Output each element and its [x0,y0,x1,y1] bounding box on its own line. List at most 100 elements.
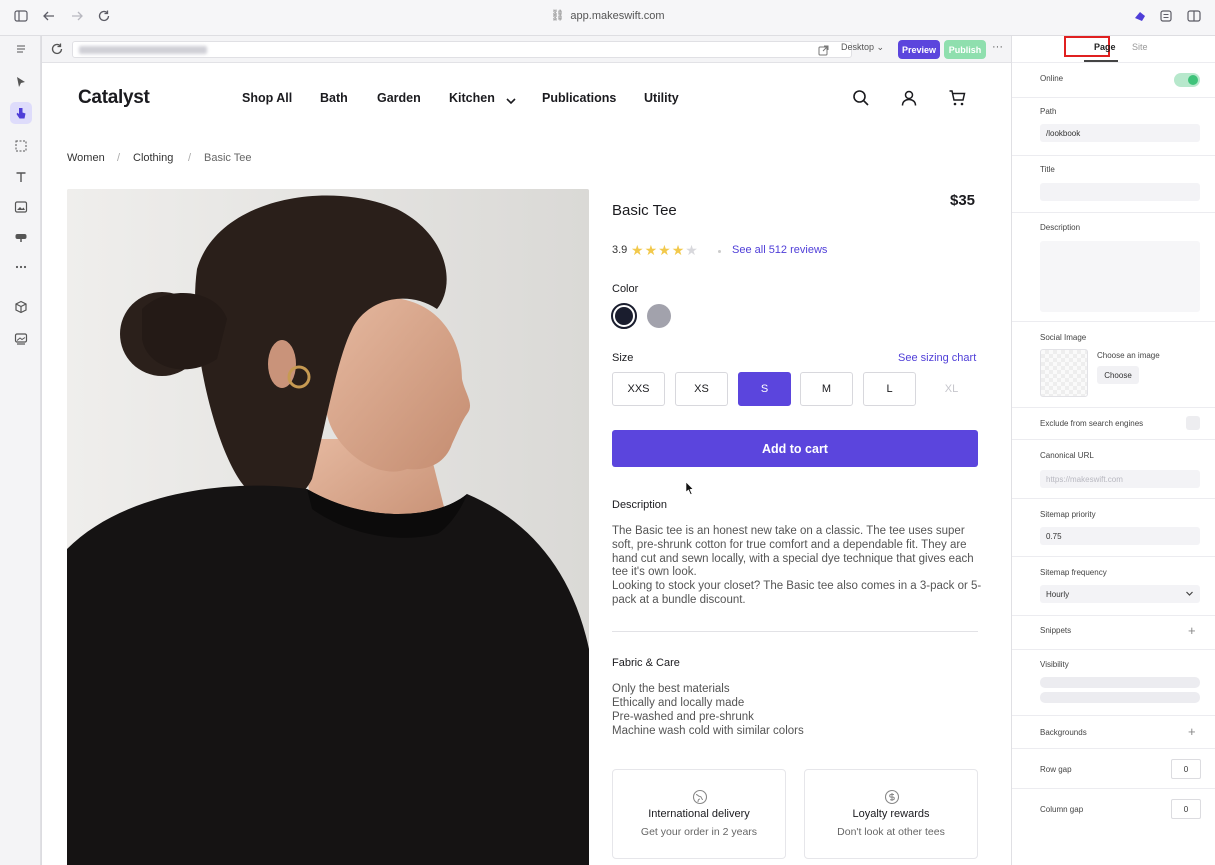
rating-value: 3.9 [612,244,628,256]
backgrounds-label: Backgrounds [1040,728,1087,737]
chevron-down-icon: ⌄ [876,42,885,52]
feature-subtitle: Get your order in 2 years [640,826,758,838]
size-option-s[interactable]: S [738,372,791,406]
sitemap-frequency-select[interactable]: Hourly [1040,585,1200,603]
sitemap-frequency-value: Hourly [1046,590,1070,599]
row-gap-input[interactable]: 0 [1171,759,1201,779]
size-option-xs[interactable]: XS [675,372,728,406]
device-label: Desktop [841,42,875,52]
account-icon[interactable] [900,89,918,107]
see-reviews-link[interactable]: See all 512 reviews [732,244,827,256]
nav-kitchen[interactable]: Kitchen [449,91,495,105]
media-library-icon[interactable] [10,328,32,350]
exclude-checkbox[interactable] [1186,416,1200,430]
product-price: $35 [950,192,976,209]
rating-stars: ★★★★★ [631,242,699,259]
more-tools-icon[interactable] [10,256,32,278]
more-options-icon[interactable]: ··· [992,41,1003,53]
refresh-icon[interactable] [50,42,64,61]
sitemap-priority-row: Sitemap priority 0.75 [1012,499,1215,557]
mouse-cursor-icon [685,481,695,500]
description-row: Description [1012,213,1215,322]
size-option-l[interactable]: L [863,372,916,406]
editor-canvas: Desktop ⌄ Preview Publish ··· Catalyst S… [41,36,1021,865]
box-tool-icon[interactable] [10,135,32,157]
nav-publications[interactable]: Publications [542,91,616,105]
button-tool-icon[interactable] [10,226,32,248]
color-label: Color [612,283,639,295]
social-image-row: Social Image Choose an image Choose [1012,322,1215,408]
search-icon[interactable] [852,89,870,107]
column-gap-input[interactable]: 0 [1171,799,1201,819]
tab-page[interactable]: Page [1094,42,1116,52]
title-input[interactable] [1040,183,1200,201]
address-bar[interactable]: ⛓ app.makeswift.com [0,9,1215,22]
size-option-xxs[interactable]: XXS [612,372,665,406]
row-gap-row: Row gap 0 [1012,749,1215,789]
menu-icon[interactable] [10,38,32,60]
sitemap-frequency-label: Sitemap frequency [1040,568,1107,577]
publish-button[interactable]: Publish [944,40,986,59]
description-textarea[interactable] [1040,241,1200,312]
breadcrumb-separator: / [188,152,192,164]
site-logo[interactable]: Catalyst [78,87,150,109]
star-icon: ★ [644,242,659,258]
row-gap-label: Row gap [1040,765,1072,774]
online-toggle[interactable] [1174,73,1200,87]
visibility-bar[interactable] [1040,692,1200,703]
chevron-down-icon[interactable] [505,93,517,111]
components-cube-icon[interactable] [10,296,32,318]
product-image [67,189,589,865]
url-text: app.makeswift.com [570,10,665,22]
preview-button[interactable]: Preview [898,40,940,59]
cart-icon[interactable] [948,89,966,107]
nav-bath[interactable]: Bath [320,91,348,105]
color-swatch-dark[interactable] [611,303,637,329]
text-tool-icon[interactable] [10,166,32,188]
path-row: Path /lookbook [1012,98,1215,156]
nav-utility[interactable]: Utility [644,91,679,105]
visibility-label: Visibility [1040,660,1069,669]
size-option-m[interactable]: M [800,372,853,406]
swatch-fill [615,307,633,325]
interact-hand-icon[interactable] [10,102,32,124]
select-pointer-icon[interactable] [10,71,32,93]
breadcrumb-clothing[interactable]: Clothing [133,152,173,164]
breadcrumb-separator: / [117,152,121,164]
visibility-bar[interactable] [1040,677,1200,688]
sitemap-priority-input[interactable]: 0.75 [1040,527,1200,545]
breadcrumb-women[interactable]: Women [67,152,105,164]
color-swatch-gray[interactable] [647,304,671,328]
open-external-icon[interactable] [818,43,829,61]
page-url-field[interactable] [72,41,852,58]
social-image-thumbnail[interactable] [1040,349,1088,397]
star-icon: ★ [631,242,645,258]
device-select[interactable]: Desktop ⌄ [841,42,884,53]
path-input[interactable]: /lookbook [1040,124,1200,142]
image-tool-icon[interactable] [10,196,32,218]
divider [612,631,978,632]
tab-site[interactable]: Site [1132,42,1148,52]
reader-icon[interactable] [1157,9,1175,27]
add-background-icon[interactable]: + [1188,724,1196,739]
fabric-item: Machine wash cold with similar colors [612,725,804,737]
add-to-cart-button[interactable]: Add to cart [612,430,978,467]
dollar-icon [884,789,900,805]
feature-card-delivery: International delivery Get your order in… [612,769,786,859]
sizing-chart-link[interactable]: See sizing chart [898,352,976,364]
feature-title: International delivery [648,808,750,820]
add-snippet-icon[interactable]: + [1188,623,1196,638]
editor-toolbar [0,36,41,865]
canonical-input[interactable]: https://makeswift.com [1040,470,1200,488]
choose-image-button[interactable]: Choose [1097,366,1139,384]
fabric-item: Only the best materials [612,683,730,695]
fabric-item: Pre-washed and pre-shrunk [612,711,754,723]
chevron-down-icon [1185,589,1194,600]
star-icon: ★ [671,242,686,258]
extension-icon[interactable] [1131,9,1149,27]
nav-shop-all[interactable]: Shop All [242,91,292,105]
properties-panel: Page Site Online Path /lookbook Title De… [1011,36,1215,865]
split-view-icon[interactable] [1185,9,1203,27]
breadcrumb-current: Basic Tee [204,152,252,164]
nav-garden[interactable]: Garden [377,91,421,105]
